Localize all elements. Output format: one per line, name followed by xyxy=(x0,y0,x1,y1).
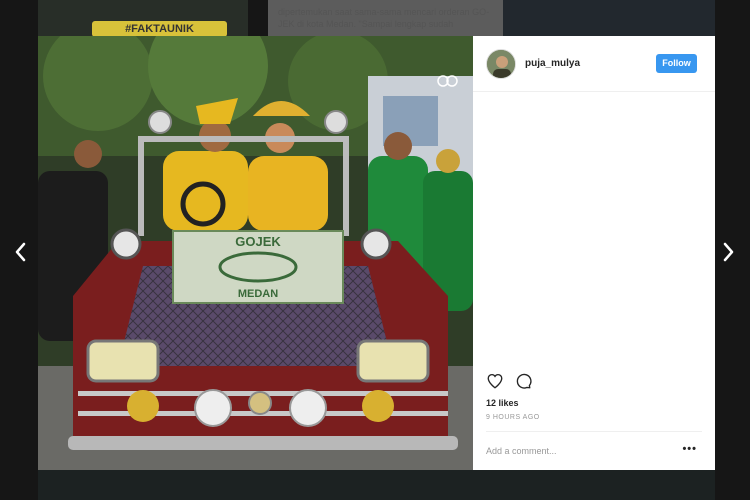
more-options-icon[interactable]: ••• xyxy=(682,443,697,455)
post-sidebar: puja_mulya Follow 12 likes 9 HOURS AGO •… xyxy=(473,36,715,470)
comment-input[interactable] xyxy=(486,444,666,458)
post-header: puja_mulya Follow xyxy=(473,36,715,92)
plate-bottom-text: MEDAN xyxy=(238,288,278,300)
background-hashtag: #FAKTAUNIK xyxy=(92,21,227,37)
plate-top-text: GOJEK xyxy=(235,234,281,249)
avatar[interactable] xyxy=(486,49,516,79)
comment-icon[interactable] xyxy=(514,372,532,390)
heart-icon[interactable] xyxy=(486,372,504,390)
chevron-left-icon[interactable] xyxy=(11,240,31,264)
chevron-right-icon[interactable] xyxy=(718,240,738,264)
follow-button[interactable]: Follow xyxy=(656,54,697,73)
username-link[interactable]: puja_mulya xyxy=(525,58,580,69)
background-caption: dipertemukan saat sama-sama mencari orde… xyxy=(278,7,490,29)
post-modal: GOJEK MEDAN puja_mulya Follow 12 likes 9… xyxy=(38,36,715,470)
divider xyxy=(486,431,702,432)
post-timestamp: 9 HOURS AGO xyxy=(486,414,540,421)
likes-count[interactable]: 12 likes xyxy=(486,398,519,408)
post-photo: GOJEK MEDAN xyxy=(38,36,473,470)
post-actions xyxy=(486,372,532,390)
